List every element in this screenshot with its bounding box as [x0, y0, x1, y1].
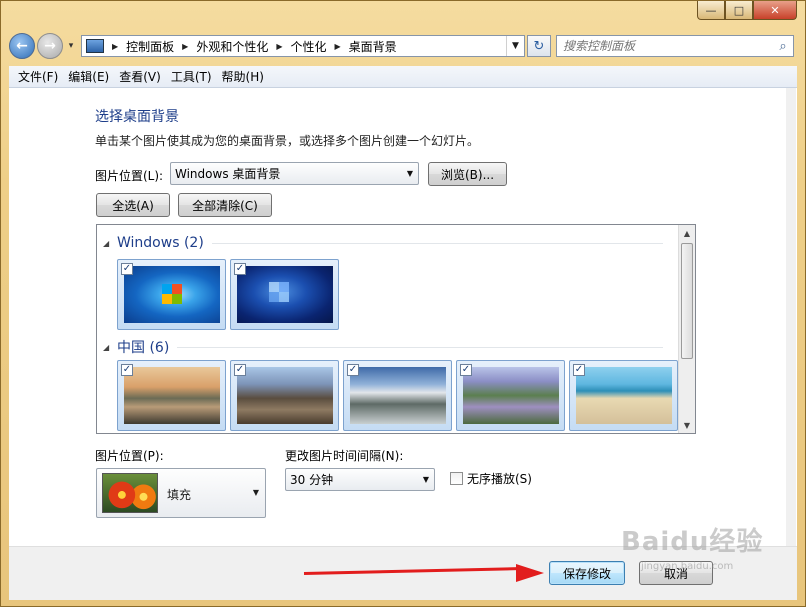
windows-logo-icon [269, 282, 289, 302]
wallpaper-thumb-win7-blue[interactable]: ✓ [230, 259, 339, 330]
picture-position-select[interactable]: 填充 ▼ [96, 468, 266, 518]
interval-value: 30 分钟 [290, 473, 334, 487]
browse-button[interactable]: 浏览(B)... [428, 162, 507, 186]
baidu-watermark: Baidu经验 [621, 527, 764, 557]
picture-location-value: Windows 桌面背景 [175, 167, 281, 181]
address-bar[interactable]: ▶ 控制面板 ▶ 外观和个性化 ▶ 个性化 ▶ 桌面背景 ▼ [81, 35, 525, 57]
wallpaper-thumb-terraces[interactable]: ✓ [456, 360, 565, 431]
gallery-scrollbar[interactable]: ▲ ▼ [678, 225, 695, 433]
navigation-bar: ← → ▾ ▶ 控制面板 ▶ 外观和个性化 ▶ 个性化 ▶ 桌面背景 ▼ ↻ ⌕ [9, 31, 797, 61]
chevron-down-icon: ▼ [252, 488, 259, 497]
breadcrumb-desktop-background[interactable]: 桌面背景 [349, 38, 397, 55]
collapse-triangle-icon[interactable]: ◢ [103, 343, 117, 352]
wallpaper-thumb-guilin[interactable]: ✓ [117, 360, 226, 431]
group-divider [177, 346, 663, 348]
thumb-checkbox[interactable]: ✓ [573, 364, 585, 376]
minimize-button[interactable]: — [697, 1, 725, 20]
wallpaper-image [124, 367, 220, 424]
page-description: 单击某个图片使其成为您的桌面背景，或选择多个图片创建一个幻灯片。 [95, 134, 480, 148]
chevron-right-icon[interactable]: ▶ [276, 42, 282, 51]
menu-bar: 文件(F) 编辑(E) 查看(V) 工具(T) 帮助(H) [9, 66, 797, 88]
scroll-up-icon[interactable]: ▲ [679, 225, 695, 241]
refresh-button[interactable]: ↻ [527, 35, 551, 57]
forward-button[interactable]: → [37, 33, 63, 59]
wallpaper-thumb-win7-logo[interactable]: ✓ [117, 259, 226, 330]
interval-select[interactable]: 30 分钟 ▼ [285, 468, 435, 491]
wallpaper-thumb-great-wall[interactable]: ✓ [230, 360, 339, 431]
menu-tools[interactable]: 工具(T) [166, 68, 217, 85]
group-header-windows[interactable]: ◢ Windows (2) [103, 235, 663, 251]
picture-location-select[interactable]: Windows 桌面背景 ▼ [170, 162, 419, 185]
page-title: 选择桌面背景 [95, 109, 179, 125]
shuffle-checkbox[interactable] [450, 472, 463, 485]
wallpaper-image [463, 367, 559, 424]
back-button[interactable]: ← [9, 33, 35, 59]
caption-buttons: — □ ✕ [697, 1, 797, 20]
interval-label: 更改图片时间间隔(N): [285, 449, 404, 463]
scroll-down-icon[interactable]: ▼ [679, 417, 695, 433]
wallpaper-image [350, 367, 446, 424]
group-divider [211, 242, 663, 244]
thumb-checkbox[interactable]: ✓ [234, 263, 246, 275]
thumb-checkbox[interactable]: ✓ [121, 263, 133, 275]
search-icon[interactable]: ⌕ [773, 39, 793, 54]
maximize-button[interactable]: □ [725, 1, 753, 20]
recent-pages-dropdown-icon[interactable]: ▾ [65, 41, 77, 51]
group-header-china[interactable]: ◢ 中国 (6) [103, 337, 663, 357]
wallpaper-thumb-beach[interactable]: ✓ [569, 360, 678, 431]
wallpaper-gallery: ◢ Windows (2) ✓ ✓ ◢ 中国 (6) ✓ ✓ ✓ ✓ ✓ ▲ ▼ [96, 224, 696, 434]
window-scrollbar[interactable] [786, 88, 796, 546]
select-all-button[interactable]: 全选(A) [96, 193, 170, 217]
windows-logo-icon [162, 284, 182, 304]
shuffle-label[interactable]: 无序播放(S) [467, 470, 532, 487]
chevron-right-icon[interactable]: ▶ [335, 42, 341, 51]
wallpaper-image [124, 266, 220, 323]
control-panel-icon [86, 39, 104, 53]
collapse-triangle-icon[interactable]: ◢ [103, 239, 117, 248]
group-title: 中国 (6) [117, 340, 170, 356]
thumb-checkbox[interactable]: ✓ [121, 364, 133, 376]
search-box[interactable]: ⌕ [556, 35, 794, 57]
thumb-checkbox[interactable]: ✓ [460, 364, 472, 376]
picture-location-label: 图片位置(L): [95, 169, 164, 183]
breadcrumb-appearance[interactable]: 外观和个性化 [196, 38, 268, 55]
wallpaper-image [576, 367, 672, 424]
thumb-checkbox[interactable]: ✓ [347, 364, 359, 376]
chevron-down-icon: ▼ [422, 475, 430, 484]
menu-edit[interactable]: 编辑(E) [63, 68, 114, 85]
main-content: 选择桌面背景 单击某个图片使其成为您的桌面背景，或选择多个图片创建一个幻灯片。 … [9, 88, 797, 546]
chevron-down-icon[interactable]: ▼ [506, 36, 524, 56]
wallpaper-image [237, 367, 333, 424]
clear-all-button[interactable]: 全部清除(C) [178, 193, 272, 217]
wallpaper-thumb-huangshan[interactable]: ✓ [343, 360, 452, 431]
scrollbar-thumb[interactable] [681, 243, 693, 359]
chevron-right-icon[interactable]: ▶ [112, 42, 118, 51]
menu-help[interactable]: 帮助(H) [217, 68, 269, 85]
thumb-checkbox[interactable]: ✓ [234, 364, 246, 376]
close-button[interactable]: ✕ [753, 1, 797, 20]
chevron-right-icon[interactable]: ▶ [182, 42, 188, 51]
red-arrow-head [516, 564, 544, 582]
search-input[interactable] [563, 39, 773, 53]
chevron-down-icon: ▼ [406, 169, 414, 178]
breadcrumb-personalization[interactable]: 个性化 [291, 38, 327, 55]
menu-file[interactable]: 文件(F) [13, 68, 63, 85]
wallpaper-preview-image [102, 473, 158, 513]
window-frame: — □ ✕ ← → ▾ ▶ 控制面板 ▶ 外观和个性化 ▶ 个性化 ▶ 桌面背景… [0, 0, 806, 607]
baidu-watermark-url: jingyan.baidu.com [641, 561, 734, 572]
picture-position-value: 填充 [167, 488, 192, 502]
group-title: Windows (2) [117, 235, 204, 251]
breadcrumb-control-panel[interactable]: 控制面板 [126, 38, 174, 55]
save-changes-button[interactable]: 保存修改 [549, 561, 625, 585]
picture-position-label: 图片位置(P): [95, 449, 164, 463]
wallpaper-image [237, 266, 333, 323]
menu-view[interactable]: 查看(V) [114, 68, 166, 85]
